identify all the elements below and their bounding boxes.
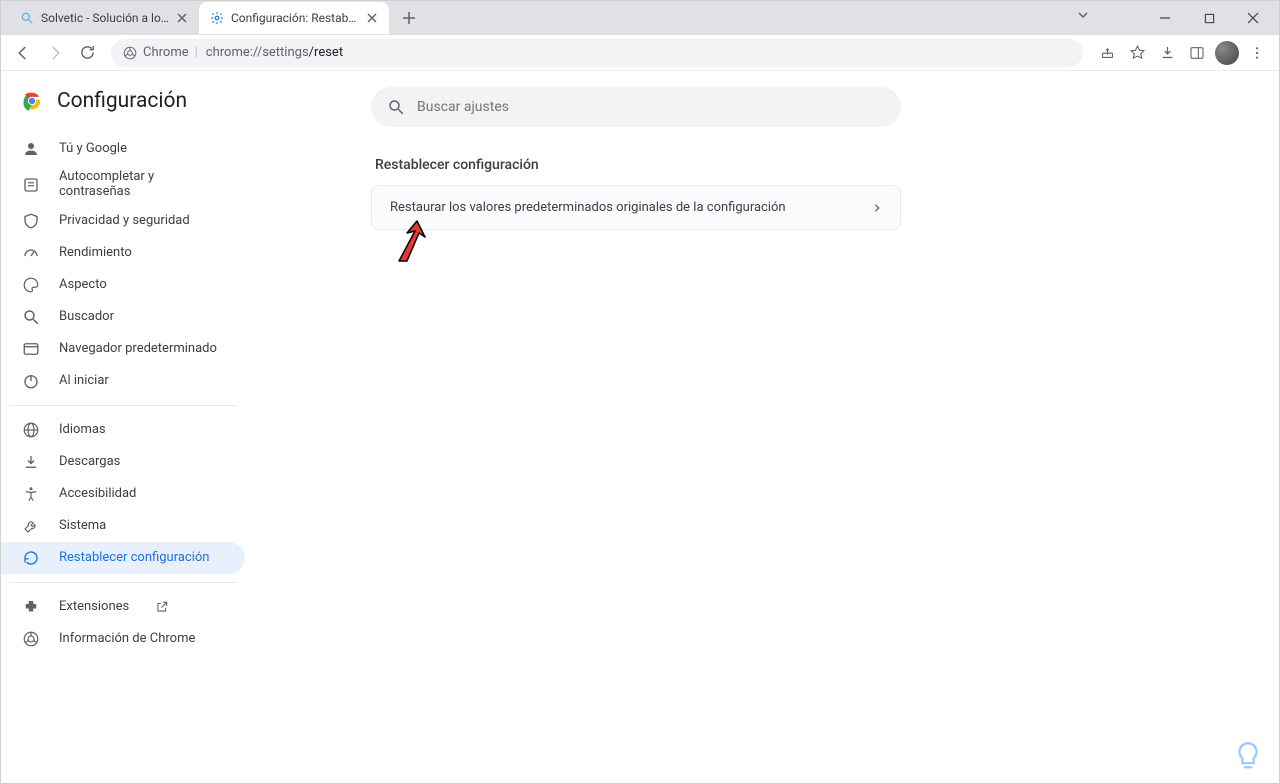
browser-toolbar: Chrome | chrome://settings/reset xyxy=(1,35,1279,71)
download-icon xyxy=(21,452,41,472)
close-icon[interactable] xyxy=(175,11,189,25)
menu-kebab-icon[interactable] xyxy=(1243,39,1271,67)
sidebar-item-downloads[interactable]: Descargas xyxy=(1,446,245,478)
sidebar-item-appearance[interactable]: Aspecto xyxy=(1,269,245,301)
sidebar-item-extensions[interactable]: Extensiones xyxy=(1,591,245,623)
sidebar-separator xyxy=(9,582,237,583)
window-controls xyxy=(1143,5,1275,31)
chevron-right-icon xyxy=(872,202,882,214)
bookmark-icon[interactable] xyxy=(1123,39,1151,67)
sidebar-item-languages[interactable]: Idiomas xyxy=(1,414,245,446)
sidepanel-icon[interactable] xyxy=(1183,39,1211,67)
back-button[interactable] xyxy=(9,39,37,67)
reload-button[interactable] xyxy=(73,39,101,67)
puzzle-icon xyxy=(21,597,41,617)
sidebar-item-search[interactable]: Buscador xyxy=(1,301,245,333)
row-label: Restaurar los valores predeterminados or… xyxy=(390,200,786,215)
wrench-icon xyxy=(21,516,41,536)
sidebar-item-reset[interactable]: Restablecer configuración xyxy=(1,542,245,574)
settings-sidebar: Configuración Tú y Google Autocompletar … xyxy=(1,71,261,783)
settings-title: Configuración xyxy=(57,89,187,113)
tab-settings[interactable]: Configuración: Restablecer configuración xyxy=(199,2,389,34)
sidebar-item-accessibility[interactable]: Accesibilidad xyxy=(1,478,245,510)
reset-card: Restaurar los valores predeterminados or… xyxy=(371,185,901,230)
restore-defaults-row[interactable]: Restaurar los valores predeterminados or… xyxy=(372,186,900,229)
maximize-button[interactable] xyxy=(1187,5,1231,31)
newtab-button[interactable] xyxy=(395,4,423,32)
sidebar-item-performance[interactable]: Rendimiento xyxy=(1,237,245,269)
autofill-icon xyxy=(21,175,41,195)
sidebar-item-about[interactable]: Información de Chrome xyxy=(1,623,245,655)
window-titlebar: Solvetic - Solución a los problemas Conf… xyxy=(1,1,1279,35)
person-icon xyxy=(21,139,41,159)
accessibility-icon xyxy=(21,484,41,504)
section-title: Restablecer configuración xyxy=(375,157,1279,173)
globe-icon xyxy=(21,420,41,440)
sidebar-item-default-browser[interactable]: Navegador predeterminado xyxy=(1,333,245,365)
power-icon xyxy=(21,371,41,391)
chrome-logo-icon xyxy=(21,90,43,112)
shield-icon xyxy=(21,211,41,231)
browser-icon xyxy=(21,339,41,359)
settings-brand: Configuración xyxy=(1,83,261,127)
settings-search-input[interactable] xyxy=(417,99,885,115)
gear-icon xyxy=(209,10,225,26)
chevron-down-icon[interactable] xyxy=(1077,9,1089,21)
downloads-icon[interactable] xyxy=(1153,39,1181,67)
settings-search[interactable] xyxy=(371,87,901,127)
sidebar-item-system[interactable]: Sistema xyxy=(1,510,245,542)
search-icon xyxy=(21,307,41,327)
magnifier-icon xyxy=(19,10,35,26)
minimize-button[interactable] xyxy=(1143,5,1187,31)
settings-page: Configuración Tú y Google Autocompletar … xyxy=(1,71,1279,783)
chrome-outline-icon xyxy=(21,629,41,649)
share-icon[interactable] xyxy=(1093,39,1121,67)
scheme-label: Chrome xyxy=(143,45,189,60)
forward-button[interactable] xyxy=(41,39,69,67)
sidebar-separator xyxy=(9,405,237,406)
sidebar-item-autofill[interactable]: Autocompletar y contraseñas xyxy=(1,165,245,205)
restore-icon xyxy=(21,548,41,568)
sidebar-item-privacy[interactable]: Privacidad y seguridad xyxy=(1,205,245,237)
external-link-icon xyxy=(155,600,169,614)
close-icon[interactable] xyxy=(365,11,379,25)
close-window-button[interactable] xyxy=(1231,5,1275,31)
sidebar-item-on-startup[interactable]: Al iniciar xyxy=(1,365,245,397)
chrome-scheme-icon: Chrome | xyxy=(123,45,198,60)
url-text: chrome://settings/reset xyxy=(206,45,343,60)
tab-solvetic[interactable]: Solvetic - Solución a los problemas xyxy=(9,2,199,34)
speedometer-icon xyxy=(21,243,41,263)
watermark-bulb-icon xyxy=(1231,739,1265,773)
search-icon xyxy=(387,98,405,116)
sidebar-item-you-and-google[interactable]: Tú y Google xyxy=(1,133,245,165)
settings-main: Restablecer configuración Restaurar los … xyxy=(261,71,1279,783)
omnibox[interactable]: Chrome | chrome://settings/reset xyxy=(111,39,1083,67)
palette-icon xyxy=(21,275,41,295)
profile-avatar[interactable] xyxy=(1213,39,1241,67)
tab-title: Solvetic - Solución a los problemas xyxy=(41,11,169,25)
tab-title: Configuración: Restablecer configuración xyxy=(231,11,359,25)
tabstrip: Solvetic - Solución a los problemas Conf… xyxy=(9,1,423,35)
